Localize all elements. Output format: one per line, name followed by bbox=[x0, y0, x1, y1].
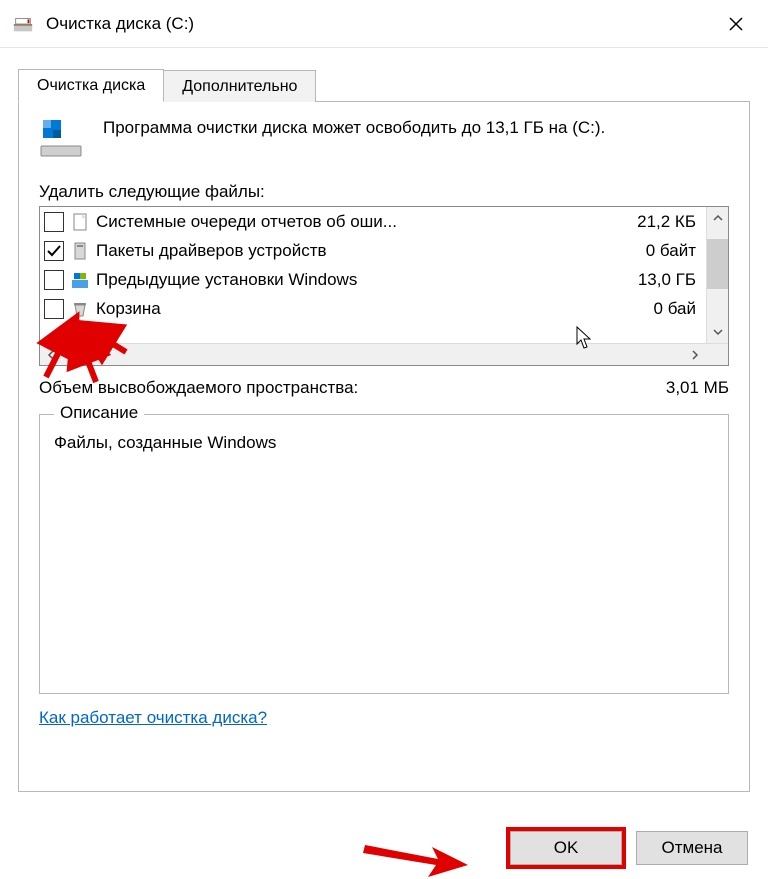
checkbox[interactable] bbox=[44, 212, 64, 232]
titlebar: Очистка диска (C:) bbox=[0, 0, 768, 48]
annotation-ok-arrow bbox=[360, 827, 470, 877]
driver-icon bbox=[70, 241, 90, 261]
scroll-track[interactable] bbox=[62, 344, 684, 365]
total-value: 3,01 МБ bbox=[666, 378, 729, 398]
files-list: Системные очереди отчетов об оши... 21,2… bbox=[39, 206, 729, 366]
scroll-down-arrow[interactable] bbox=[707, 321, 728, 343]
total-label: Объем высвобождаемого пространства: bbox=[39, 378, 358, 398]
file-name: Системные очереди отчетов об оши... bbox=[96, 212, 637, 232]
file-name: Предыдущие установки Windows bbox=[96, 270, 638, 290]
checkbox[interactable] bbox=[44, 270, 64, 290]
file-name: Корзина bbox=[96, 299, 654, 319]
checkbox[interactable] bbox=[44, 241, 64, 261]
tab-cleanup[interactable]: Очистка диска bbox=[18, 69, 164, 102]
file-size: 0 байт bbox=[646, 241, 702, 261]
file-icon bbox=[70, 212, 90, 232]
description-legend: Описание bbox=[54, 403, 144, 423]
drive-icon bbox=[39, 116, 83, 160]
windows-icon bbox=[70, 270, 90, 290]
close-button[interactable] bbox=[716, 4, 756, 44]
ok-button[interactable]: OK bbox=[510, 831, 622, 865]
files-label: Удалить следующие файлы: bbox=[39, 182, 729, 202]
disk-cleanup-window: Очистка диска (C:) Очистка диска Дополни… bbox=[0, 0, 768, 879]
file-size: 21,2 КБ bbox=[637, 212, 702, 232]
file-name: Пакеты драйверов устройств bbox=[96, 241, 646, 261]
tab-panel: Программа очистки диска может освободить… bbox=[18, 102, 750, 792]
file-row[interactable]: Пакеты драйверов устройств 0 байт bbox=[40, 236, 706, 265]
scroll-thumb[interactable] bbox=[707, 239, 728, 289]
scroll-left-arrow[interactable] bbox=[40, 344, 62, 366]
file-row[interactable]: Корзина 0 бай bbox=[40, 294, 706, 323]
recycle-bin-icon bbox=[70, 299, 90, 319]
tab-advanced[interactable]: Дополнительно bbox=[164, 70, 316, 102]
vertical-scrollbar[interactable] bbox=[706, 207, 728, 343]
description-group: Описание Файлы, созданные Windows bbox=[39, 414, 729, 694]
scroll-track[interactable] bbox=[707, 229, 728, 321]
file-size: 0 бай bbox=[654, 299, 702, 319]
horizontal-scrollbar[interactable] bbox=[40, 343, 728, 365]
disk-cleanup-icon bbox=[12, 13, 34, 35]
cancel-button[interactable]: Отмена bbox=[636, 831, 748, 865]
summary-text: Программа очистки диска может освободить… bbox=[103, 116, 605, 140]
description-body: Файлы, созданные Windows bbox=[54, 433, 714, 453]
file-row[interactable]: Предыдущие установки Windows 13,0 ГБ bbox=[40, 265, 706, 294]
tabs: Очистка диска Дополнительно bbox=[18, 68, 750, 102]
help-link[interactable]: Как работает очистка диска? bbox=[39, 708, 267, 728]
file-row[interactable]: Системные очереди отчетов об оши... 21,2… bbox=[40, 207, 706, 236]
file-size: 13,0 ГБ bbox=[638, 270, 702, 290]
checkbox[interactable] bbox=[44, 299, 64, 319]
scroll-up-arrow[interactable] bbox=[707, 207, 728, 229]
window-title: Очистка диска (C:) bbox=[46, 14, 716, 34]
scroll-right-arrow[interactable] bbox=[684, 344, 706, 366]
